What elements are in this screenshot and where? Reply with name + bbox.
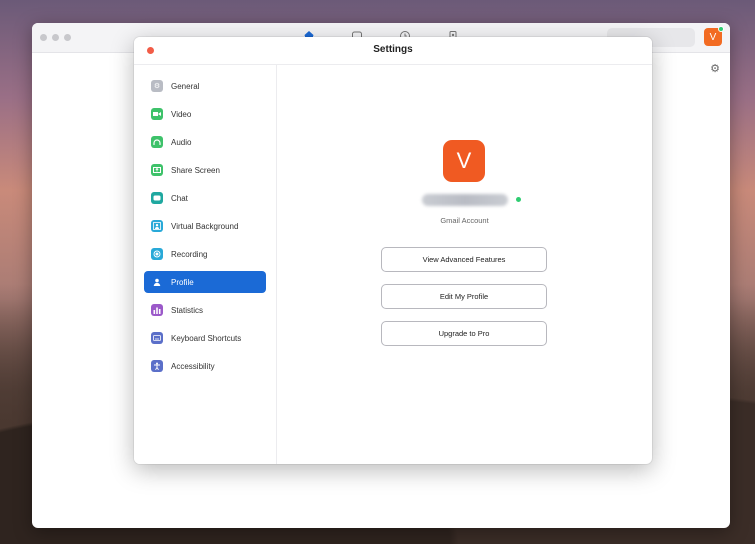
settings-gear-icon[interactable]: ⚙ <box>709 63 721 75</box>
record-icon <box>151 248 163 260</box>
window-controls <box>40 34 71 41</box>
settings-sidebar: ⚙ General Video Audio Share Screen Chat … <box>134 65 277 464</box>
sidebar-item-label: Accessibility <box>171 361 215 371</box>
headphones-icon <box>151 136 163 148</box>
accessibility-icon <box>151 360 163 372</box>
chat-bubble-icon <box>151 192 163 204</box>
sidebar-item-label: Virtual Background <box>171 221 239 231</box>
zoom-window-button[interactable] <box>64 34 71 41</box>
video-camera-icon <box>151 108 163 120</box>
online-status-dot <box>718 26 724 32</box>
minimize-window-button[interactable] <box>52 34 59 41</box>
view-advanced-features-button[interactable]: View Advanced Features <box>381 247 547 272</box>
settings-dialog: Settings ⚙ General Video Audio Share Scr… <box>134 37 652 464</box>
sidebar-item-video[interactable]: Video <box>144 103 266 125</box>
close-window-button[interactable] <box>40 34 47 41</box>
avatar-letter: V <box>709 31 717 43</box>
gear-icon: ⚙ <box>151 80 163 92</box>
account-type-label: Gmail Account <box>440 216 489 225</box>
sidebar-item-statistics[interactable]: Statistics <box>144 299 266 321</box>
sidebar-item-label: Video <box>171 109 192 119</box>
online-status-dot <box>516 197 521 202</box>
profile-avatar-letter: V <box>456 148 472 173</box>
upgrade-to-pro-button[interactable]: Upgrade to Pro <box>381 321 547 346</box>
person-icon <box>151 276 163 288</box>
bar-chart-icon <box>151 304 163 316</box>
sidebar-item-keyboard-shortcuts[interactable]: Keyboard Shortcuts <box>144 327 266 349</box>
sidebar-item-accessibility[interactable]: Accessibility <box>144 355 266 377</box>
sidebar-item-label: Recording <box>171 249 208 259</box>
settings-titlebar: Settings <box>134 37 652 65</box>
profile-avatar[interactable]: V <box>443 140 485 182</box>
sidebar-item-audio[interactable]: Audio <box>144 131 266 153</box>
user-avatar-button[interactable]: V <box>704 26 724 46</box>
edit-my-profile-button[interactable]: Edit My Profile <box>381 284 547 309</box>
sidebar-item-label: General <box>171 81 200 91</box>
sidebar-item-virtual-background[interactable]: Virtual Background <box>144 215 266 237</box>
sidebar-item-label: Chat <box>171 193 188 203</box>
sidebar-item-profile[interactable]: Profile <box>144 271 266 293</box>
sidebar-item-label: Statistics <box>171 305 204 315</box>
person-background-icon <box>151 220 163 232</box>
keyboard-icon <box>151 332 163 344</box>
sidebar-item-chat[interactable]: Chat <box>144 187 266 209</box>
sidebar-item-general[interactable]: ⚙ General <box>144 75 266 97</box>
settings-title: Settings <box>373 44 413 55</box>
profile-panel: V Gmail Account View Advanced Features E… <box>277 65 652 464</box>
sidebar-item-label: Audio <box>171 137 192 147</box>
sidebar-item-share-screen[interactable]: Share Screen <box>144 159 266 181</box>
share-screen-icon <box>151 164 163 176</box>
sidebar-item-label: Keyboard Shortcuts <box>171 333 242 343</box>
sidebar-item-label: Share Screen <box>171 165 220 175</box>
sidebar-item-recording[interactable]: Recording <box>144 243 266 265</box>
sidebar-item-label: Profile <box>171 277 194 287</box>
profile-name-blurred <box>422 194 508 206</box>
